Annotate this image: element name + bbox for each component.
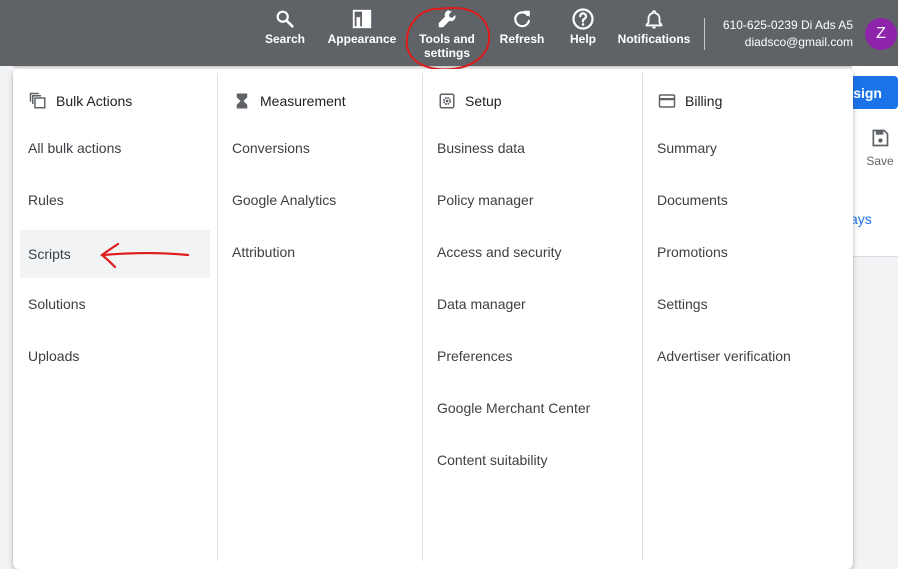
menu-item-google-merchant-center[interactable]: Google Merchant Center xyxy=(429,384,634,432)
menu-item-google-analytics[interactable]: Google Analytics xyxy=(224,176,414,224)
menu-item-uploads[interactable]: Uploads xyxy=(20,332,210,380)
notifications-label: Notifications xyxy=(617,32,691,46)
toolbar-divider xyxy=(704,18,705,50)
account-info[interactable]: 610-625-0239 Di Ads A5 diadsco@gmail.com xyxy=(723,17,853,51)
save-icon xyxy=(872,129,889,147)
account-email: diadsco@gmail.com xyxy=(744,35,853,49)
refresh-icon xyxy=(511,6,533,32)
appearance-label: Appearance xyxy=(327,32,397,46)
save-button[interactable]: Save xyxy=(862,128,898,168)
column-heading: Billing xyxy=(657,91,722,111)
help-button[interactable]: Help xyxy=(562,6,604,64)
column-billing: Billing Summary Documents Promotions Set… xyxy=(643,69,848,564)
column-heading: Measurement xyxy=(232,91,346,111)
days-link[interactable]: ays xyxy=(850,211,872,227)
tools-and-settings-button[interactable]: Tools and settings xyxy=(412,6,482,64)
menu-item-business-data[interactable]: Business data xyxy=(429,124,634,172)
refresh-label: Refresh xyxy=(499,32,545,46)
search-button[interactable]: Search xyxy=(258,6,312,64)
menu-item-preferences[interactable]: Preferences xyxy=(429,332,634,380)
avatar[interactable]: Z xyxy=(865,18,897,50)
menu-item-scripts[interactable]: Scripts xyxy=(20,230,210,278)
menu-item-attribution[interactable]: Attribution xyxy=(224,228,414,276)
help-label: Help xyxy=(569,32,596,46)
menu-item-promotions[interactable]: Promotions xyxy=(649,228,844,276)
appearance-button[interactable]: Appearance xyxy=(324,6,400,64)
hourglass-icon xyxy=(232,91,252,111)
bulk-actions-icon xyxy=(28,91,48,111)
account-line: 610-625-0239 Di Ads A5 xyxy=(722,18,853,32)
bell-icon xyxy=(643,6,665,32)
heading-label: Measurement xyxy=(260,93,346,109)
search-icon xyxy=(274,6,296,32)
menu-item-summary[interactable]: Summary xyxy=(649,124,844,172)
column-measurement: Measurement Conversions Google Analytics… xyxy=(218,69,422,564)
notifications-button[interactable]: Notifications xyxy=(614,6,694,64)
heading-label: Billing xyxy=(685,93,723,109)
menu-item-all-bulk-actions[interactable]: All bulk actions xyxy=(20,124,210,172)
tools-and-settings-label: Tools and settings xyxy=(419,32,475,60)
credit-card-icon xyxy=(657,91,677,111)
menu-item-settings[interactable]: Settings xyxy=(649,280,844,328)
menu-item-access-and-security[interactable]: Access and security xyxy=(429,228,634,276)
setup-gear-icon xyxy=(437,91,457,111)
column-bulk-actions: Bulk Actions All bulk actions Rules Scri… xyxy=(13,69,217,564)
column-heading: Setup xyxy=(437,91,502,111)
menu-item-content-suitability[interactable]: Content suitability xyxy=(429,436,634,484)
menu-item-advertiser-verification[interactable]: Advertiser verification xyxy=(649,332,844,380)
search-label: Search xyxy=(264,32,306,46)
refresh-button[interactable]: Refresh xyxy=(494,6,550,64)
heading-label: Bulk Actions xyxy=(56,93,133,109)
background-left-edge xyxy=(0,66,13,569)
heading-label: Setup xyxy=(465,93,502,109)
appearance-icon xyxy=(351,6,373,32)
column-setup: Setup Business data Policy manager Acces… xyxy=(423,69,642,564)
help-icon xyxy=(571,6,595,32)
menu-item-rules[interactable]: Rules xyxy=(20,176,210,224)
menu-item-documents[interactable]: Documents xyxy=(649,176,844,224)
menu-item-data-manager[interactable]: Data manager xyxy=(429,280,634,328)
menu-item-policy-manager[interactable]: Policy manager xyxy=(429,176,634,224)
menu-item-solutions[interactable]: Solutions xyxy=(20,280,210,328)
menu-item-conversions[interactable]: Conversions xyxy=(224,124,414,172)
save-label: Save xyxy=(866,154,894,168)
tools-menu-panel: Bulk Actions All bulk actions Rules Scri… xyxy=(13,69,853,569)
wrench-icon xyxy=(436,6,458,32)
top-toolbar: Search Appearance Tools and settings Ref… xyxy=(0,0,898,66)
column-heading: Bulk Actions xyxy=(28,91,132,111)
